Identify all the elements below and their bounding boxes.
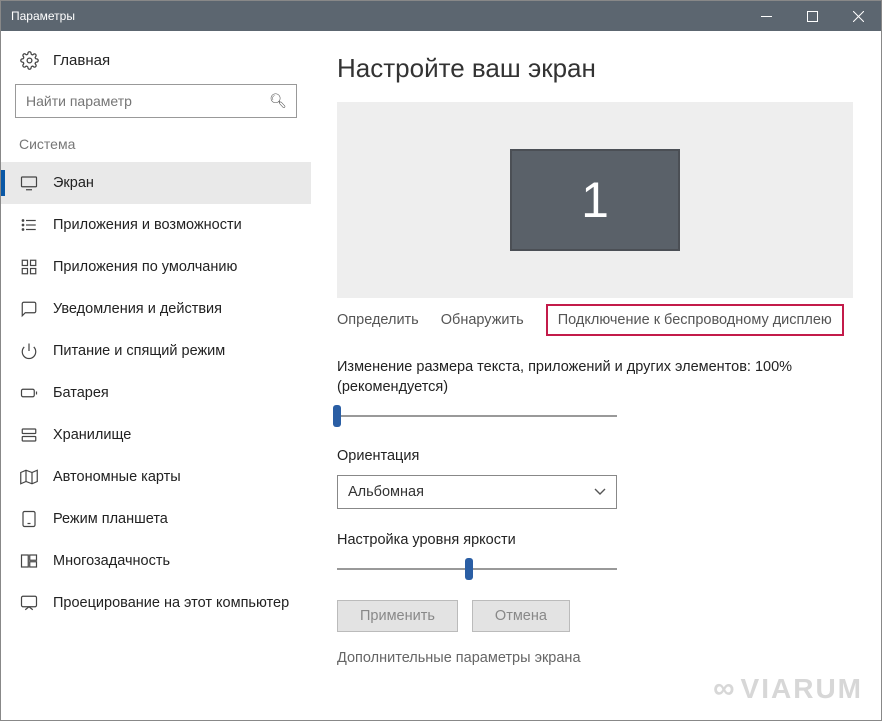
cancel-button[interactable]: Отмена — [472, 600, 570, 632]
sidebar-item-label: Приложения по умолчанию — [53, 259, 237, 275]
monitor-icon — [19, 174, 39, 192]
sidebar-home[interactable]: Главная — [1, 45, 311, 84]
sidebar-item-label: Проецирование на этот компьютер — [53, 595, 289, 611]
brightness-slider[interactable] — [337, 558, 617, 580]
sidebar-item-0[interactable]: Экран — [1, 162, 311, 204]
message-icon — [19, 300, 39, 318]
chevron-down-icon — [594, 484, 606, 500]
project-icon — [19, 594, 39, 612]
sidebar-group-label: Система — [1, 134, 311, 162]
detect-link[interactable]: Определить — [337, 312, 419, 328]
orientation-label: Ориентация — [337, 447, 853, 467]
sidebar-item-4[interactable]: Питание и спящий режим — [1, 330, 311, 372]
sidebar-item-label: Батарея — [53, 385, 109, 401]
scale-label: Изменение размера текста, приложений и д… — [337, 358, 853, 397]
sidebar-item-10[interactable]: Проецирование на этот компьютер — [1, 582, 311, 624]
gear-icon — [19, 51, 39, 70]
sidebar-item-2[interactable]: Приложения по умолчанию — [1, 246, 311, 288]
window-close-button[interactable] — [835, 1, 881, 31]
monitor-tile-1[interactable]: 1 — [510, 149, 680, 251]
sidebar-item-6[interactable]: Хранилище — [1, 414, 311, 456]
sidebar-item-1[interactable]: Приложения и возможности — [1, 204, 311, 246]
sidebar-item-9[interactable]: Многозадачность — [1, 540, 311, 582]
grid-icon — [19, 258, 39, 276]
sidebar-item-label: Режим планшета — [53, 511, 168, 527]
battery-icon — [19, 384, 39, 402]
sidebar-item-label: Автономные карты — [53, 469, 181, 485]
apply-button[interactable]: Применить — [337, 600, 458, 632]
map-icon — [19, 468, 39, 486]
window-title: Параметры — [11, 9, 75, 23]
scale-slider[interactable] — [337, 405, 617, 427]
sidebar: Главная 🔍︎ Система Экран Приложения и воз… — [1, 31, 311, 720]
sidebar-item-3[interactable]: Уведомления и действия — [1, 288, 311, 330]
slider-thumb[interactable] — [333, 405, 341, 427]
slider-thumb[interactable] — [465, 558, 473, 580]
window-minimize-button[interactable] — [743, 1, 789, 31]
sidebar-item-label: Хранилище — [53, 427, 131, 443]
multitask-icon — [19, 552, 39, 570]
orientation-select[interactable]: Альбомная — [337, 475, 617, 509]
search-icon: 🔍︎ — [269, 93, 287, 110]
sidebar-item-label: Многозадачность — [53, 553, 170, 569]
power-icon — [19, 342, 39, 360]
tablet-icon — [19, 510, 39, 528]
page-title: Настройте ваш экран — [337, 53, 853, 84]
sidebar-item-label: Уведомления и действия — [53, 301, 222, 317]
sidebar-item-label: Питание и спящий режим — [53, 343, 225, 359]
sidebar-item-5[interactable]: Батарея — [1, 372, 311, 414]
sidebar-home-label: Главная — [53, 52, 110, 69]
advanced-display-link[interactable]: Дополнительные параметры экрана — [337, 650, 853, 666]
display-preview[interactable]: 1 — [337, 102, 853, 298]
main-panel: Настройте ваш экран 1 Определить Обнаруж… — [311, 31, 881, 720]
brightness-label: Настройка уровня яркости — [337, 531, 853, 551]
identify-link[interactable]: Обнаружить — [441, 312, 524, 328]
sidebar-item-label: Экран — [53, 175, 94, 191]
search-input[interactable] — [15, 84, 297, 118]
sidebar-item-8[interactable]: Режим планшета — [1, 498, 311, 540]
list-icon — [19, 216, 39, 234]
storage-icon — [19, 426, 39, 444]
titlebar: Параметры — [1, 1, 881, 31]
watermark: ∞ VIARUM — [713, 672, 863, 706]
infinity-icon: ∞ — [713, 672, 736, 706]
connect-wireless-display-link[interactable]: Подключение к беспроводному дисплею — [546, 304, 844, 336]
sidebar-item-label: Приложения и возможности — [53, 217, 242, 233]
window-maximize-button[interactable] — [789, 1, 835, 31]
sidebar-item-7[interactable]: Автономные карты — [1, 456, 311, 498]
